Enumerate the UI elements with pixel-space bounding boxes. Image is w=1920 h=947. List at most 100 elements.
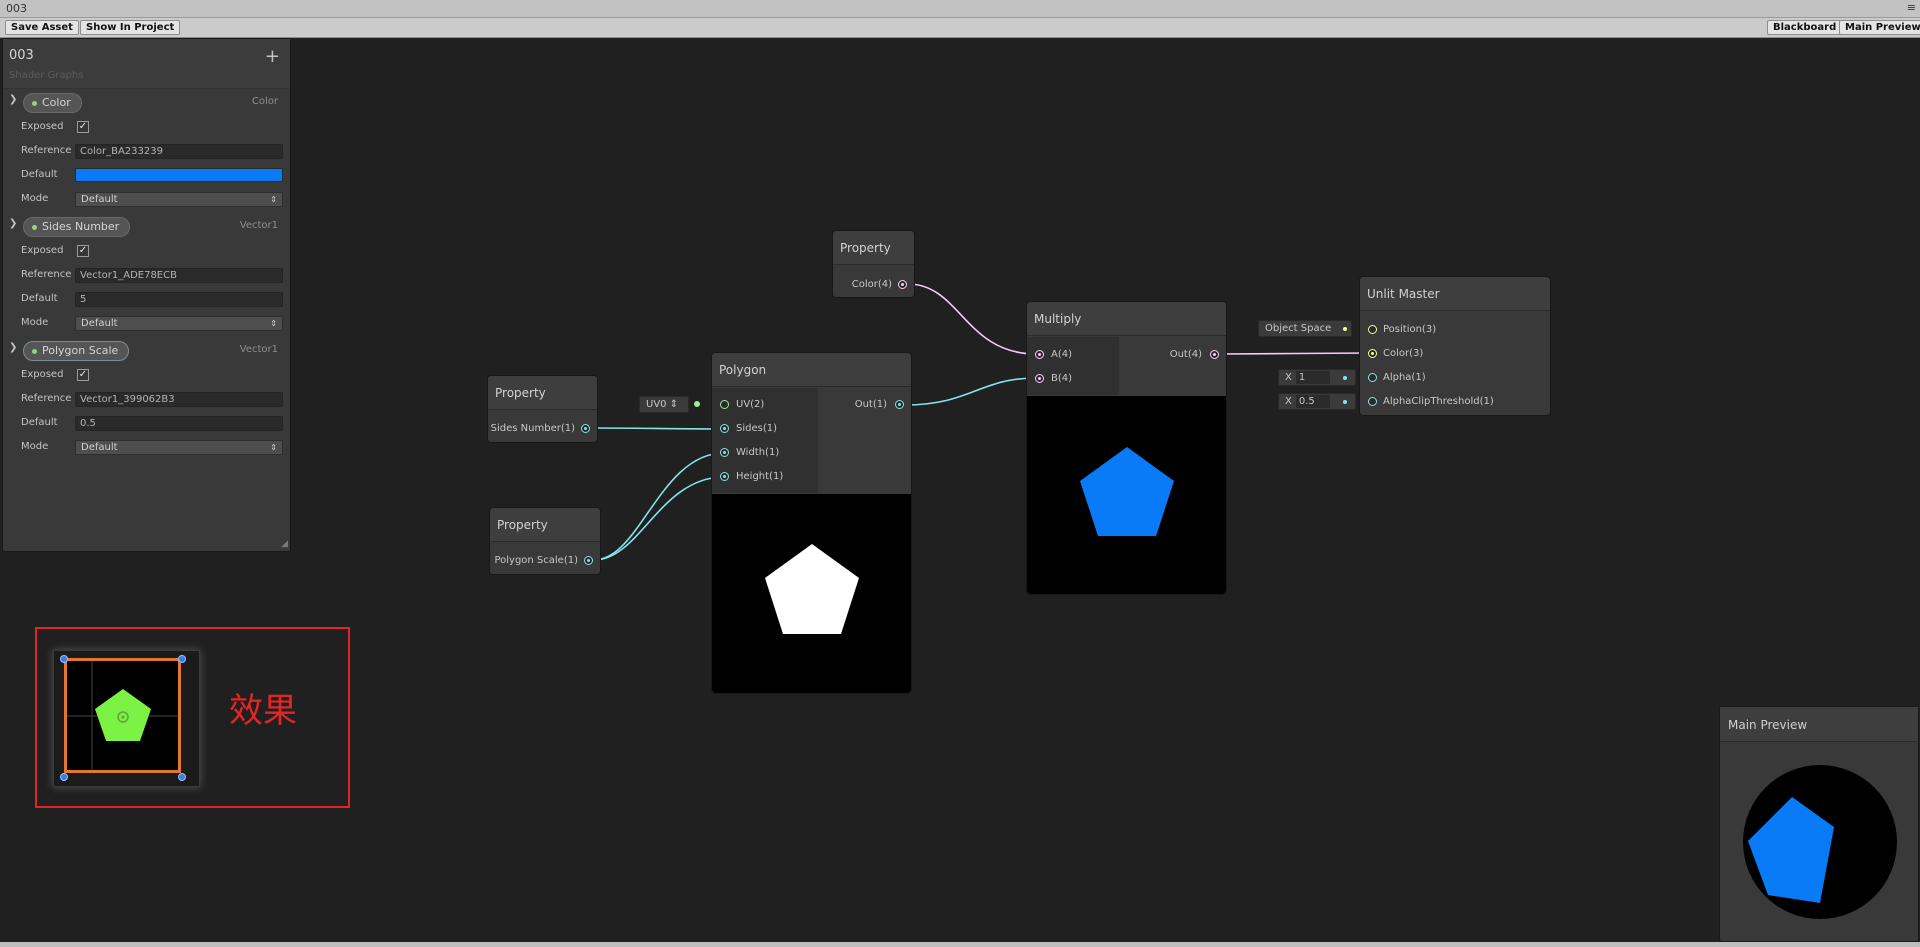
exposed-label: Exposed (21, 369, 64, 380)
node-property-sides-number[interactable]: Property Sides Number(1) (487, 375, 598, 443)
reference-field[interactable]: Vector1_ADE78ECB (75, 268, 283, 283)
mode-value: Default (81, 318, 118, 329)
output-port-label: Color(4) (851, 279, 892, 290)
edge-color-to-a (907, 283, 1037, 355)
bottom-status-strip (0, 942, 1920, 947)
property-name: Sides Number (42, 220, 120, 233)
output-port-scale[interactable] (584, 556, 593, 565)
node-header[interactable]: Multiply (1027, 302, 1226, 336)
row-default: Default 0.5 (3, 413, 290, 433)
mode-dropdown[interactable]: Default ⇕ (75, 192, 283, 207)
uv-channel-dropdown[interactable]: UV0 ⇕ (639, 396, 689, 413)
input-port-label: UV(2) (736, 399, 765, 410)
property-sides-header[interactable]: ❯ Sides Number Vector1 (3, 215, 290, 239)
sprite-corner-handle[interactable] (178, 655, 186, 663)
property-pill-color[interactable]: Color (23, 93, 82, 113)
node-header[interactable]: Property (488, 376, 597, 410)
mode-dropdown[interactable]: Default ⇕ (75, 316, 283, 331)
property-pill-polygon-scale[interactable]: Polygon Scale (23, 341, 130, 361)
reference-label: Reference (21, 393, 72, 404)
input-port-alpha-clip[interactable] (1368, 397, 1377, 406)
input-port-width[interactable] (720, 448, 729, 457)
exposed-checkbox[interactable]: ✓ (77, 245, 89, 257)
property-scale-header[interactable]: ❯ Polygon Scale Vector1 (3, 339, 290, 363)
input-port-label: A(4) (1051, 349, 1073, 360)
edge-scale-to-width (593, 452, 725, 561)
reference-field[interactable]: Vector1_399062B3 (75, 392, 283, 407)
pentagon-blue-preview (1080, 447, 1174, 536)
node-multiply[interactable]: Multiply A(4) B(4) Out(4) (1026, 301, 1227, 595)
chevron-down-icon[interactable]: ❯ (9, 342, 17, 353)
mode-dropdown[interactable]: Default ⇕ (75, 440, 283, 455)
output-port-label: Out(4) (1169, 349, 1202, 360)
row-reference: Reference Vector1_399062B3 (3, 389, 290, 409)
position-space-slot[interactable]: Object Space (1258, 320, 1352, 337)
exposed-checkbox[interactable]: ✓ (77, 369, 89, 381)
property-color-header[interactable]: ❯ Color Color (3, 91, 290, 115)
input-port-label: AlphaClipThreshold(1) (1383, 396, 1494, 407)
main-preview-sphere[interactable] (1720, 743, 1920, 941)
output-port-out[interactable] (895, 400, 904, 409)
node-preview (712, 494, 911, 693)
sprite-corner-handle[interactable] (178, 773, 186, 781)
node-property-color[interactable]: Property Color(4) (832, 230, 915, 298)
exposed-checkbox[interactable]: ✓ (77, 121, 89, 133)
default-color-swatch[interactable] (75, 168, 283, 182)
slot-dot-icon (1343, 327, 1347, 331)
chevron-down-icon[interactable]: ❯ (9, 218, 17, 229)
property-name: Color (42, 96, 71, 109)
input-port-height[interactable] (720, 472, 729, 481)
reference-label: Reference (21, 145, 72, 156)
output-port-color[interactable] (898, 280, 907, 289)
slot-dot-icon (1343, 376, 1347, 380)
edge-scale-to-height (593, 476, 725, 561)
sprite-corner-handle[interactable] (60, 773, 68, 781)
input-port-color[interactable] (1368, 349, 1377, 358)
input-port-label: Alpha(1) (1383, 372, 1426, 383)
mode-label: Mode (21, 193, 49, 204)
edge-multiply-to-color (1218, 352, 1373, 355)
default-label: Default (21, 293, 58, 304)
default-field[interactable]: 0.5 (75, 416, 283, 431)
resize-handle-icon[interactable]: ◢ (281, 539, 288, 549)
node-header[interactable]: Property (833, 231, 914, 265)
sprite-graphic (67, 661, 178, 770)
input-port-alpha[interactable] (1368, 373, 1377, 382)
output-port-label: Sides Number(1) (490, 423, 575, 434)
node-header[interactable]: Property (490, 508, 600, 542)
output-port-label: Polygon Scale(1) (494, 555, 578, 566)
main-preview-title: Main Preview (1728, 718, 1808, 732)
input-port-position[interactable] (1368, 325, 1377, 334)
default-field[interactable]: 5 (75, 292, 283, 307)
input-port-uv[interactable] (720, 400, 729, 409)
clip-value[interactable]: 0.5 (1295, 395, 1330, 408)
edge-polygon-to-b (904, 377, 1037, 406)
exposed-dot-icon (32, 101, 37, 106)
alpha-value[interactable]: 1 (1295, 371, 1330, 384)
sprite-preview-frame (53, 650, 200, 787)
output-port-out[interactable] (1210, 350, 1219, 359)
sprite-preview (64, 658, 181, 773)
main-preview-header[interactable]: Main Preview (1720, 707, 1918, 742)
sprite-corner-handle[interactable] (60, 655, 68, 663)
node-property-polygon-scale[interactable]: Property Polygon Scale(1) (489, 507, 601, 575)
input-port-sides[interactable] (720, 424, 729, 433)
main-preview-panel: Main Preview (1719, 706, 1919, 942)
reference-field[interactable]: Color_BA233239 (75, 144, 283, 159)
row-exposed: Exposed ✓ (3, 365, 290, 385)
input-port-label: Color(3) (1383, 348, 1424, 359)
node-unlit-master[interactable]: Unlit Master Position(3) Color(3) Alpha(… (1359, 276, 1551, 416)
input-port-b[interactable] (1035, 374, 1044, 383)
default-label: Default (21, 169, 58, 180)
output-port-sides[interactable] (581, 424, 590, 433)
chevron-down-icon[interactable]: ❯ (9, 94, 17, 105)
property-type: Vector1 (239, 220, 278, 231)
property-pill-sides-number[interactable]: Sides Number (23, 217, 131, 237)
node-header[interactable]: Unlit Master (1360, 277, 1550, 311)
add-property-button[interactable]: + (265, 48, 280, 66)
node-header[interactable]: Polygon (712, 353, 911, 387)
node-polygon[interactable]: Polygon UV(2) Sides(1) Width(1) Height(1… (711, 352, 912, 694)
edge-sides-to-sides (590, 427, 725, 430)
input-port-a[interactable] (1035, 350, 1044, 359)
uv-slot-dot-icon (694, 401, 700, 407)
